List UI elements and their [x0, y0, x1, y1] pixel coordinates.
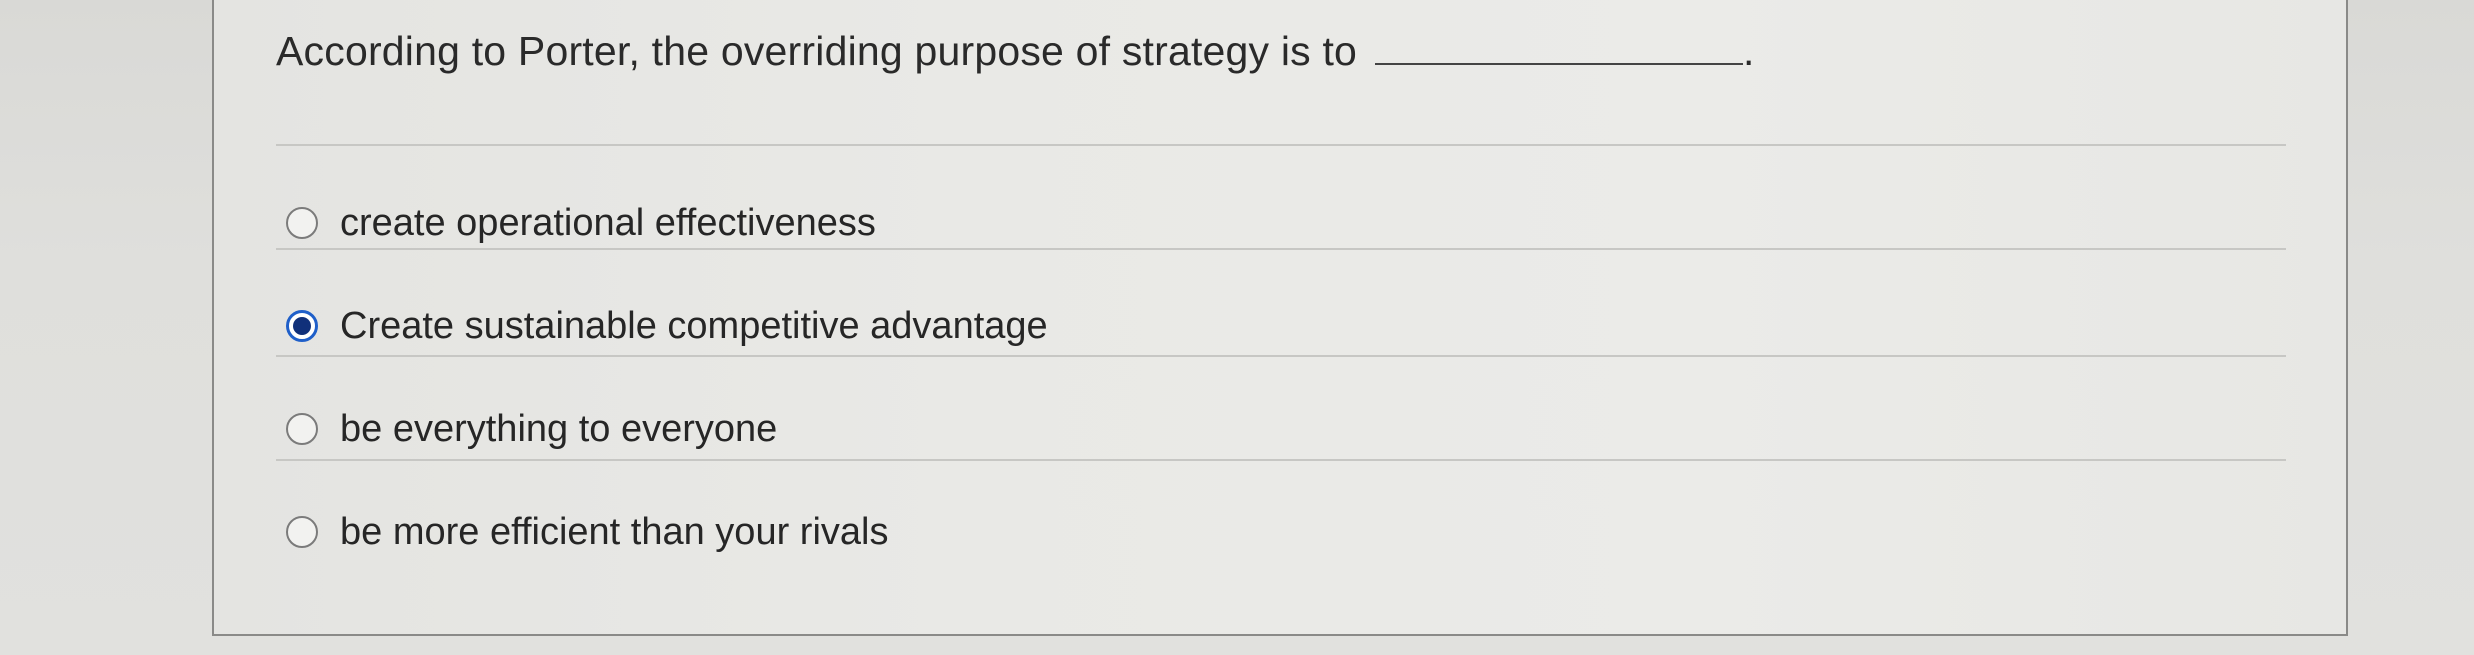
option-be-everything-to-everyone[interactable]: be everything to everyone — [286, 399, 777, 459]
question-period: . — [1743, 28, 1755, 74]
option-create-operational-effectiveness[interactable]: create operational effectiveness — [286, 193, 876, 253]
option-create-sustainable-competitive-advantage[interactable]: Create sustainable competitive advantage — [286, 296, 1048, 356]
question-card: According to Porter, the overriding purp… — [212, 0, 2348, 636]
option-label: be more efficient than your rivals — [340, 510, 889, 553]
question-prompt: According to Porter, the overriding purp… — [276, 28, 1755, 75]
page-background: According to Porter, the overriding purp… — [0, 0, 2474, 655]
option-label: be everything to everyone — [340, 407, 778, 450]
divider — [276, 459, 2286, 461]
divider — [276, 144, 2286, 146]
divider — [276, 355, 2286, 357]
radio-button-unchecked[interactable] — [286, 413, 318, 445]
divider — [276, 248, 2286, 250]
option-label: create operational effectiveness — [340, 201, 876, 244]
question-text: According to Porter, the overriding purp… — [276, 28, 1358, 74]
option-be-more-efficient-than-your-rivals[interactable]: be more efficient than your rivals — [286, 502, 888, 562]
radio-button-checked[interactable] — [286, 310, 318, 342]
radio-button-unchecked[interactable] — [286, 516, 318, 548]
option-label: Create sustainable competitive advantage — [340, 304, 1048, 347]
radio-button-unchecked[interactable] — [286, 207, 318, 239]
answer-blank — [1375, 33, 1744, 65]
